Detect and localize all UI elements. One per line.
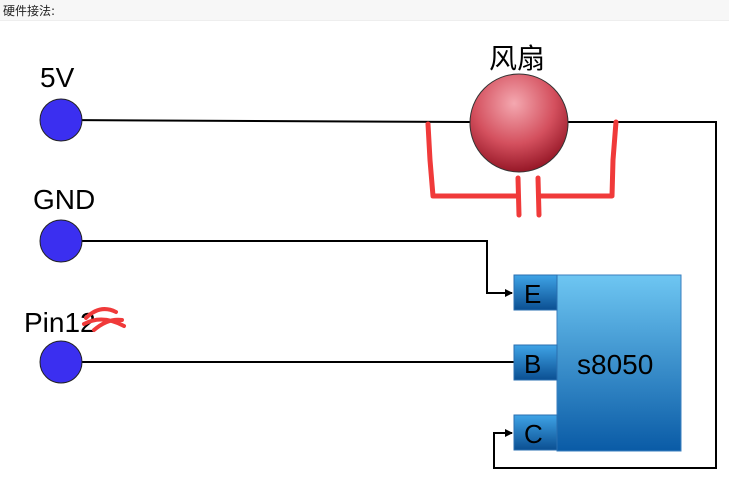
terminal-gnd-dot xyxy=(39,219,83,263)
wire-gnd-to-emitter xyxy=(61,240,513,297)
terminal-5v: 5V xyxy=(39,62,83,142)
fan: 风扇 xyxy=(469,42,569,173)
transistor-s8050: s8050 E B C xyxy=(513,274,682,452)
transistor-name: s8050 xyxy=(577,349,653,380)
terminal-5v-label: 5V xyxy=(40,62,75,93)
fan-body xyxy=(469,73,569,173)
terminal-5v-dot xyxy=(39,98,83,142)
annotation-plate-left xyxy=(515,175,522,218)
pin-b-label: B xyxy=(524,349,541,379)
wiring-diagram: 5V GND Pin12 风扇 s8050 E B C xyxy=(24,42,717,469)
terminal-pin12-dot xyxy=(39,340,83,384)
fan-label: 风扇 xyxy=(489,42,545,75)
pin-c-label: C xyxy=(524,419,543,449)
pin-e-label: E xyxy=(524,279,541,309)
wire-5v-to-fan xyxy=(60,119,471,123)
terminal-gnd: GND xyxy=(33,184,95,263)
annotation-plate-right xyxy=(535,175,542,218)
terminal-pin12: Pin12 xyxy=(24,307,126,384)
terminal-gnd-label: GND xyxy=(33,184,95,215)
